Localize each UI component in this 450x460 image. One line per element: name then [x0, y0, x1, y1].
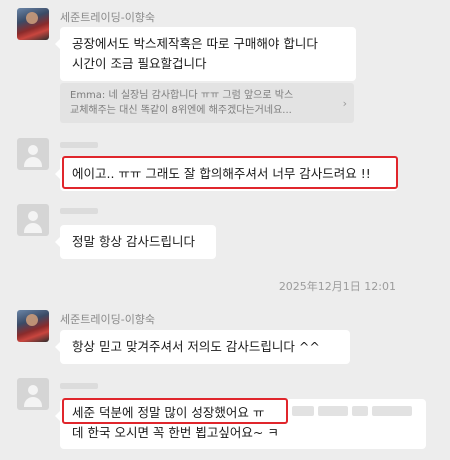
avatar-head: [28, 211, 38, 221]
highlight-box: [62, 156, 398, 189]
sender-name-redacted: [60, 142, 98, 148]
chevron-right-icon: ›: [342, 97, 347, 110]
redacted-text: [292, 406, 314, 416]
message-text: 정말 항상 감사드립니다: [72, 234, 195, 249]
chat-timestamp: 2025年12月1日 12:01: [278, 280, 396, 293]
message-bubble[interactable]: 공장에서도 박스제작혹은 따로 구매해야 합니다 시간이 조금 필요할겁니다: [55, 27, 356, 81]
avatar-head: [28, 385, 38, 395]
avatar-body: [24, 223, 42, 233]
user-avatar[interactable]: [17, 138, 49, 170]
sender-name-redacted: [60, 208, 98, 214]
sender-name: 세준트레이딩-이향숙: [60, 313, 156, 326]
redacted-text: [372, 406, 412, 416]
user-avatar[interactable]: [17, 204, 49, 236]
message-line: 공장에서도 박스제작혹은 따로 구매해야 합니다: [72, 36, 318, 51]
sender-name-redacted: [60, 383, 98, 389]
message-line: 시간이 조금 필요할겁니다: [72, 56, 207, 71]
message-bubble[interactable]: 정말 항상 감사드립니다: [55, 225, 216, 259]
supplier-avatar[interactable]: [17, 310, 49, 342]
redacted-text: [352, 406, 368, 416]
avatar-body: [24, 397, 42, 407]
sender-name: 세준트레이딩-이향숙: [60, 11, 156, 24]
message-line: 데 한국 오시면 꼭 한번 뵙고싶어요~ ㅋ: [72, 425, 279, 440]
supplier-avatar[interactable]: [17, 8, 49, 40]
message-bubble[interactable]: 항상 믿고 맞겨주셔서 저의도 감사드립니다 ^^: [55, 330, 350, 364]
redacted-text: [318, 406, 348, 416]
avatar-head: [28, 145, 38, 155]
avatar-body: [24, 157, 42, 167]
highlight-box: [62, 398, 288, 424]
quote-line: 교체해주는 대신 똑같이 8위엔에 해주겠다는거네요...: [70, 105, 292, 116]
message-text: 항상 믿고 맞겨주셔서 저의도 감사드립니다 ^^: [72, 339, 320, 354]
quoted-reply[interactable]: Emma: 네 실장님 감사합니다 ㅠㅠ 그럼 앞으로 박스 교체해주는 대신 …: [60, 83, 354, 123]
quote-line: Emma: 네 실장님 감사합니다 ㅠㅠ 그럼 앞으로 박스: [70, 90, 294, 101]
user-avatar[interactable]: [17, 378, 49, 410]
